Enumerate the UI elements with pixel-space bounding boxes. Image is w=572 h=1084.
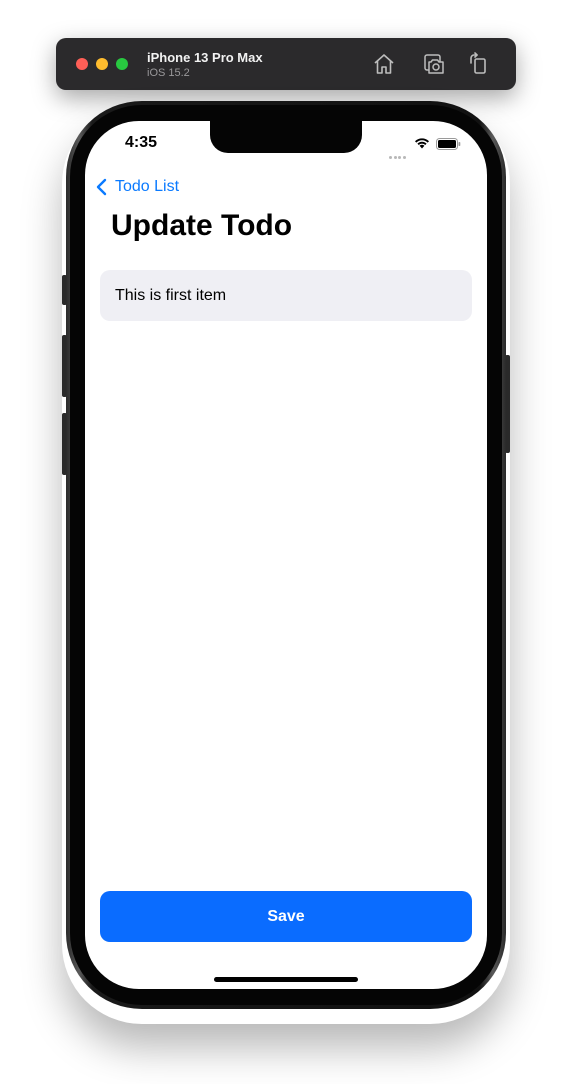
home-indicator [214, 977, 358, 982]
save-button[interactable]: Save [100, 891, 472, 942]
minimize-window-button[interactable] [96, 58, 108, 70]
rotate-icon [470, 52, 486, 74]
screenshot-button[interactable] [422, 52, 446, 76]
simulator-title-bar: iPhone 13 Pro Max iOS 15.2 [56, 38, 516, 90]
back-button[interactable]: Todo List [95, 176, 179, 198]
home-icon [374, 54, 394, 74]
page-title: Update Todo [111, 209, 293, 242]
maximize-window-button[interactable] [116, 58, 128, 70]
battery-icon [436, 138, 461, 150]
rotate-button[interactable] [467, 52, 491, 76]
status-time: 4:35 [125, 134, 158, 151]
home-button[interactable] [372, 52, 396, 76]
close-window-button[interactable] [76, 58, 88, 70]
screenshot-icon [424, 54, 444, 74]
back-button-label: Todo List [115, 178, 180, 195]
os-version: iOS 15.2 [147, 67, 190, 79]
device-screen: 4:35 Todo List Update Todo Save [85, 121, 487, 989]
chevron-left-icon [96, 178, 107, 196]
wifi-icon [415, 138, 429, 149]
device-name: iPhone 13 Pro Max [147, 50, 263, 65]
todo-text-field[interactable] [100, 270, 472, 321]
notch [210, 121, 362, 153]
cellular-signal-icon [389, 146, 407, 164]
